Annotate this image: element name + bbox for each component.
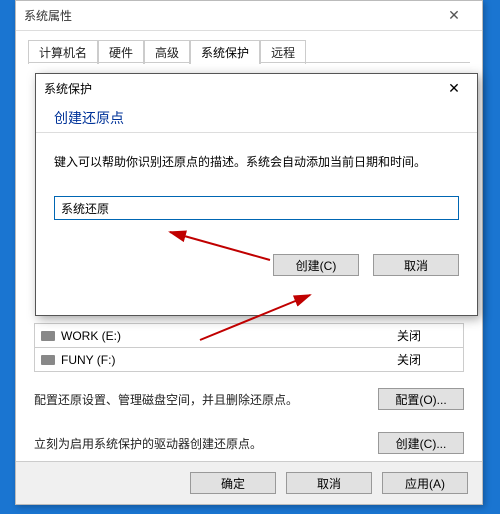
drive-name: FUNY (F:) bbox=[61, 353, 397, 367]
configure-button[interactable]: 配置(O)... bbox=[378, 388, 464, 410]
drive-status: 关闭 bbox=[397, 351, 457, 368]
dialog-titlebar: 系统保护 ✕ bbox=[36, 74, 477, 102]
tab-strip: 计算机名 硬件 高级 系统保护 远程 bbox=[16, 31, 482, 63]
tab-advanced[interactable]: 高级 bbox=[144, 40, 190, 64]
configure-text: 配置还原设置、管理磁盘空间，并且删除还原点。 bbox=[34, 391, 378, 408]
create-text: 立刻为启用系统保护的驱动器创建还原点。 bbox=[34, 435, 378, 452]
parent-titlebar: 系统属性 ✕ bbox=[16, 1, 482, 31]
dialog-heading: 创建还原点 bbox=[54, 108, 459, 128]
drive-list: WORK (E:) 关闭 FUNY (F:) 关闭 bbox=[34, 323, 464, 372]
tab-computer-name[interactable]: 计算机名 bbox=[28, 40, 98, 64]
ok-button[interactable]: 确定 bbox=[190, 472, 276, 494]
dialog-body: 创建还原点 键入可以帮助你识别还原点的描述。系统会自动添加当前日期和时间。 创建… bbox=[36, 102, 477, 288]
drive-row[interactable]: WORK (E:) 关闭 bbox=[34, 323, 464, 348]
create-restore-point-button[interactable]: 创建(C)... bbox=[378, 432, 464, 454]
dialog-description: 键入可以帮助你识别还原点的描述。系统会自动添加当前日期和时间。 bbox=[54, 153, 459, 170]
dialog-title: 系统保护 bbox=[44, 80, 439, 97]
drive-row[interactable]: FUNY (F:) 关闭 bbox=[34, 348, 464, 372]
cancel-button[interactable]: 取消 bbox=[373, 254, 459, 276]
tab-remote[interactable]: 远程 bbox=[260, 40, 306, 64]
dialog-buttons: 创建(C) 取消 bbox=[54, 254, 459, 276]
divider bbox=[36, 132, 477, 133]
drive-icon bbox=[41, 355, 55, 365]
create-restore-point-dialog: 系统保护 ✕ 创建还原点 键入可以帮助你识别还原点的描述。系统会自动添加当前日期… bbox=[35, 73, 478, 316]
cancel-button[interactable]: 取消 bbox=[286, 472, 372, 494]
dialog-footer: 确定 取消 应用(A) bbox=[16, 461, 482, 504]
tab-hardware[interactable]: 硬件 bbox=[98, 40, 144, 64]
tab-system-protection[interactable]: 系统保护 bbox=[190, 40, 260, 64]
apply-button[interactable]: 应用(A) bbox=[382, 472, 468, 494]
parent-title: 系统属性 bbox=[24, 7, 434, 24]
drive-name: WORK (E:) bbox=[61, 329, 397, 343]
drive-icon bbox=[41, 331, 55, 341]
create-button[interactable]: 创建(C) bbox=[273, 254, 359, 276]
restore-point-name-input[interactable] bbox=[54, 196, 459, 220]
drive-status: 关闭 bbox=[397, 327, 457, 344]
close-icon[interactable]: ✕ bbox=[434, 7, 474, 24]
close-icon[interactable]: ✕ bbox=[439, 80, 469, 97]
